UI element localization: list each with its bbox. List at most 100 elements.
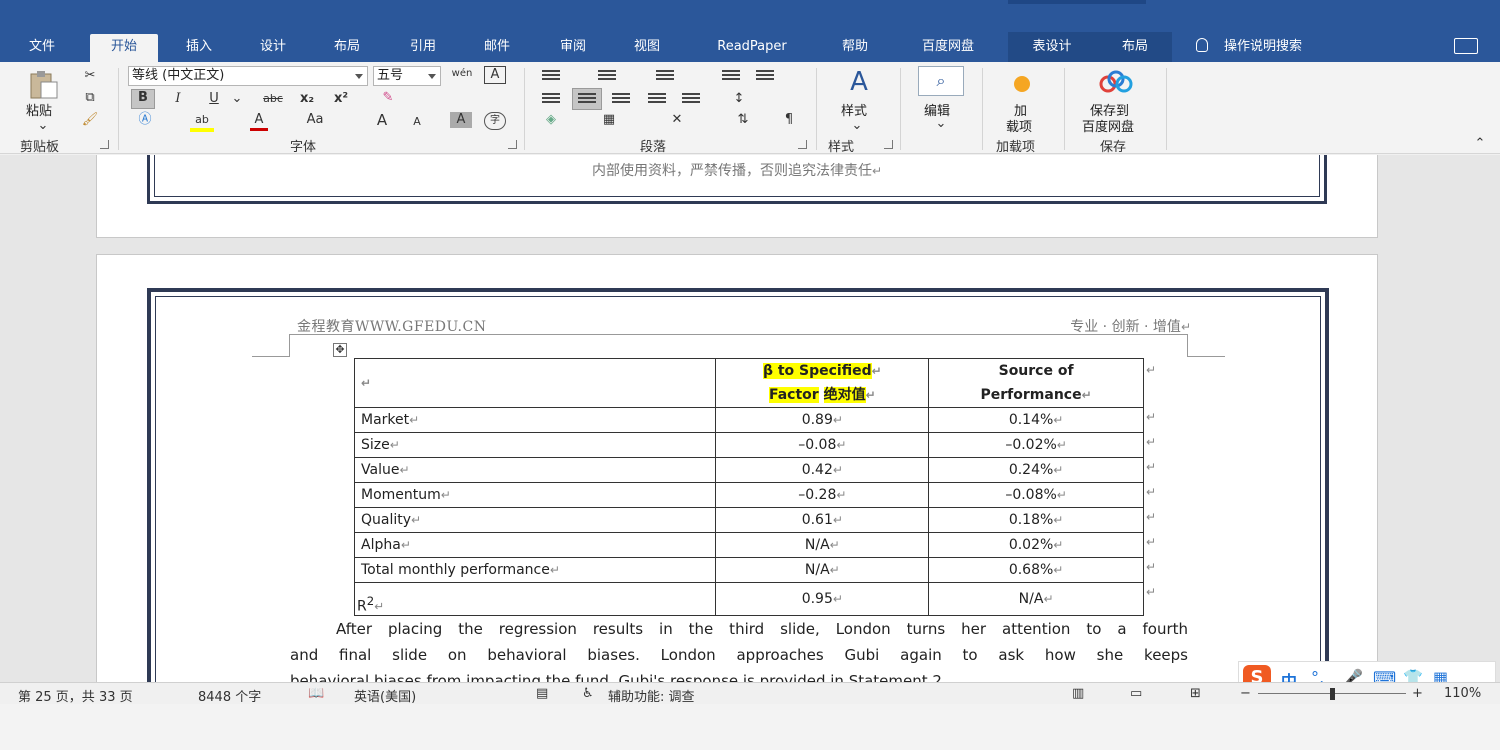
- tab-design[interactable]: 设计: [244, 34, 302, 62]
- row-label[interactable]: Value↵: [353, 457, 717, 483]
- justify-icon[interactable]: [648, 93, 666, 107]
- paragraph-launcher-icon[interactable]: [798, 140, 807, 149]
- beta-cell[interactable]: 0.42↵: [715, 457, 930, 483]
- paste-label[interactable]: 粘贴: [26, 100, 52, 119]
- zoom-level[interactable]: 110%: [1444, 686, 1481, 701]
- comments-icon[interactable]: [1454, 38, 1478, 54]
- addins-button-label-2[interactable]: 载项: [1006, 116, 1032, 135]
- beta-cell[interactable]: –0.08↵: [715, 432, 930, 458]
- copy-icon[interactable]: ⧉: [80, 90, 100, 106]
- source-cell[interactable]: N/A↵: [928, 582, 1144, 616]
- accessibility-icon[interactable]: ♿: [582, 686, 594, 701]
- clipboard-launcher-icon[interactable]: [100, 140, 109, 149]
- accessibility-status[interactable]: 辅助功能: 调查: [608, 686, 695, 705]
- font-size-select[interactable]: 五号: [373, 66, 441, 86]
- zoom-slider-thumb[interactable]: [1330, 688, 1335, 700]
- beta-cell[interactable]: 0.61↵: [715, 507, 930, 533]
- zoom-out-button[interactable]: −: [1240, 686, 1251, 701]
- search-icon[interactable]: ⌕: [918, 66, 964, 96]
- italic-button[interactable]: I: [166, 91, 190, 107]
- tab-home[interactable]: 开始: [90, 34, 158, 62]
- body-paragraph-line[interactable]: After placing the regression results in …: [290, 620, 1188, 638]
- align-left-icon[interactable]: [542, 93, 560, 107]
- font-name-select[interactable]: 等线 (中文正文): [128, 66, 368, 86]
- tab-view[interactable]: 视图: [618, 34, 676, 62]
- tab-references[interactable]: 引用: [394, 34, 452, 62]
- beta-cell[interactable]: N/A↵: [715, 532, 930, 558]
- font-launcher-icon[interactable]: [508, 140, 517, 149]
- paste-icon[interactable]: [26, 70, 60, 100]
- addins-icon[interactable]: [1014, 76, 1030, 92]
- font-color-button[interactable]: A: [250, 112, 268, 131]
- tab-layout[interactable]: 布局: [318, 34, 376, 62]
- source-cell[interactable]: –0.02%↵: [928, 432, 1144, 458]
- zoom-in-button[interactable]: +: [1412, 686, 1423, 701]
- underline-dropdown-icon[interactable]: ⌄: [230, 91, 244, 107]
- tab-review[interactable]: 审阅: [544, 34, 602, 62]
- cut-icon[interactable]: ✂: [80, 68, 100, 84]
- beta-cell[interactable]: –0.28↵: [715, 482, 930, 508]
- change-case-button[interactable]: Aa: [300, 112, 330, 128]
- source-cell[interactable]: 0.14%↵: [928, 407, 1144, 433]
- enclose-characters-icon[interactable]: 字: [484, 112, 506, 130]
- distributed-icon[interactable]: [682, 93, 700, 107]
- read-mode-icon[interactable]: ▥: [1072, 686, 1084, 701]
- table-cell[interactable]: ↵: [353, 358, 717, 408]
- row-label[interactable]: Momentum↵: [353, 482, 717, 508]
- numbering-icon[interactable]: [598, 70, 616, 84]
- shading-icon[interactable]: ◈: [540, 112, 562, 128]
- show-marks-icon[interactable]: ¶: [780, 112, 798, 128]
- baidu-netdisk-icon[interactable]: [1096, 70, 1136, 94]
- line-spacing-icon[interactable]: ↕: [728, 91, 750, 107]
- print-layout-icon[interactable]: ▭: [1130, 686, 1142, 701]
- tab-insert[interactable]: 插入: [170, 34, 228, 62]
- save-baidu-label-2[interactable]: 百度网盘: [1082, 116, 1134, 135]
- web-layout-icon[interactable]: ⊞: [1190, 686, 1201, 701]
- shrink-font-button[interactable]: A: [408, 114, 426, 130]
- tab-mailings[interactable]: 邮件: [468, 34, 526, 62]
- page-count[interactable]: 第 25 页，共 33 页: [18, 686, 133, 705]
- row-label[interactable]: Total monthly performance↵: [353, 557, 717, 583]
- chevron-down-icon[interactable]: ⌄: [934, 116, 948, 132]
- table-move-handle-icon[interactable]: ✥: [333, 343, 347, 357]
- tab-readpaper[interactable]: ReadPaper: [700, 34, 804, 62]
- source-cell[interactable]: –0.08%↵: [928, 482, 1144, 508]
- styles-icon[interactable]: A: [840, 68, 878, 96]
- underline-button[interactable]: U: [202, 91, 226, 107]
- beta-cell[interactable]: 0.89↵: [715, 407, 930, 433]
- styles-launcher-icon[interactable]: [884, 140, 893, 149]
- proofing-icon[interactable]: 📖: [308, 686, 324, 701]
- beta-cell[interactable]: N/A↵: [715, 557, 930, 583]
- tab-file[interactable]: 文件: [14, 34, 70, 62]
- format-painter-icon[interactable]: 🖌: [80, 112, 100, 128]
- beta-cell[interactable]: 0.95↵: [715, 582, 930, 616]
- source-cell[interactable]: 0.24%↵: [928, 457, 1144, 483]
- row-label[interactable]: Market↵: [353, 407, 717, 433]
- table-header-cell[interactable]: Source of Performance↵: [928, 358, 1144, 408]
- tab-baidu-netdisk[interactable]: 百度网盘: [906, 34, 990, 62]
- character-shading-icon[interactable]: A: [450, 112, 472, 128]
- styles-button-label[interactable]: 样式: [841, 100, 867, 119]
- word-count[interactable]: 8448 个字: [198, 686, 261, 705]
- align-center-icon[interactable]: [578, 93, 596, 107]
- row-label[interactable]: Alpha↵: [353, 532, 717, 558]
- body-paragraph-line[interactable]: behavioral biases from impacting the fun…: [290, 672, 1188, 682]
- clear-formatting-icon[interactable]: ✎: [376, 90, 400, 106]
- source-cell[interactable]: 0.02%↵: [928, 532, 1144, 558]
- tab-table-design[interactable]: 表设计: [1018, 34, 1086, 62]
- superscript-button[interactable]: x²: [328, 91, 354, 107]
- collapse-ribbon-icon[interactable]: ⌃: [1472, 136, 1488, 152]
- bullets-icon[interactable]: [542, 70, 560, 84]
- row-label[interactable]: Size↵: [353, 432, 717, 458]
- body-paragraph-line[interactable]: and final slide on behavioral biases. Lo…: [290, 646, 1188, 664]
- highlight-color-icon[interactable]: ab: [190, 112, 214, 132]
- align-right-icon[interactable]: [612, 93, 630, 107]
- decrease-indent-icon[interactable]: [722, 70, 740, 84]
- document-area[interactable]: 内部使用资料，严禁传播，否则追究法律责任↵ 金程教育WWW.GFEDU.CN 专…: [0, 155, 1500, 682]
- bold-button[interactable]: B: [131, 89, 155, 109]
- language-indicator[interactable]: 英语(美国): [354, 686, 416, 705]
- borders-icon[interactable]: ▦: [598, 112, 620, 128]
- subscript-button[interactable]: x₂: [294, 91, 320, 107]
- tab-help[interactable]: 帮助: [826, 34, 884, 62]
- text-effects-icon[interactable]: Ⓐ: [134, 112, 156, 128]
